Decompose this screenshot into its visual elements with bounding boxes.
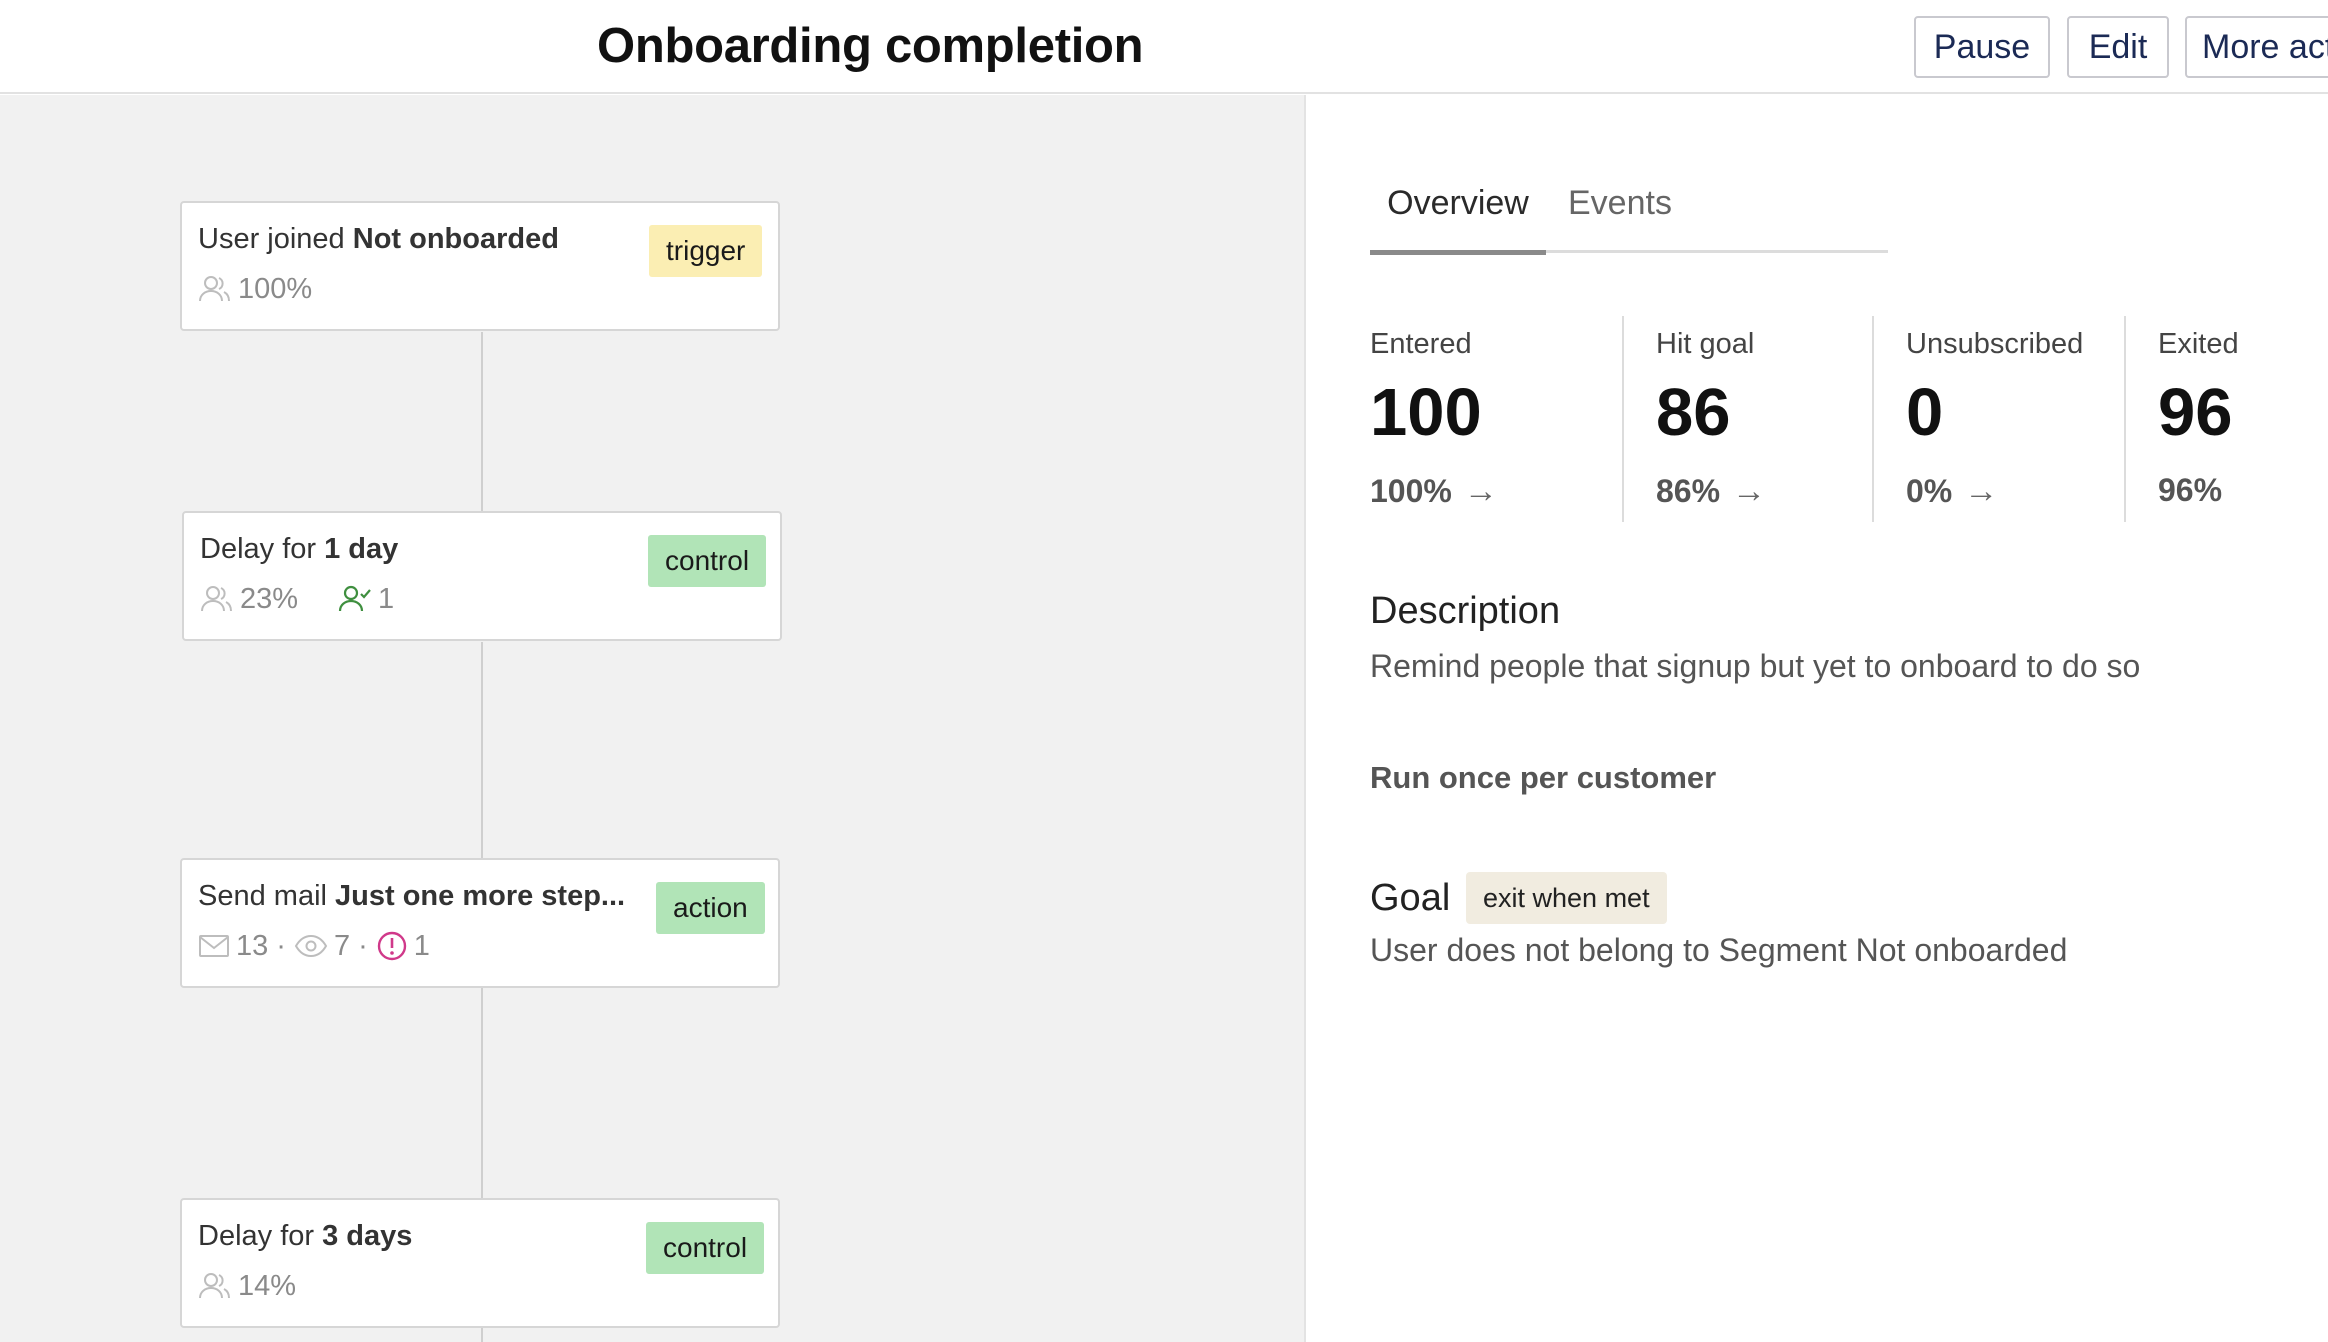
- metric-unsubscribed: Unsubscribed 0 0% →: [1906, 316, 2121, 522]
- metric-label: Entered: [1370, 328, 1472, 360]
- metric-divider: [2124, 316, 2126, 522]
- metric-percent-link[interactable]: 0% →: [1906, 472, 1998, 511]
- metric-value: 86: [1656, 375, 1731, 450]
- metric-percent: 96%: [2158, 472, 2222, 509]
- people-icon: [198, 1271, 232, 1301]
- node-type-badge: control: [648, 535, 767, 587]
- node-title-email-name: Just one more step...: [335, 880, 626, 912]
- eye-icon: [294, 932, 328, 960]
- connector-line: [481, 1328, 483, 1342]
- stat-separator: ·: [276, 929, 286, 962]
- metric-divider: [1872, 316, 1874, 522]
- node-title-prefix: Send mail: [198, 880, 327, 912]
- node-title-segment: Not onboarded: [352, 223, 559, 255]
- node-title-duration: 3 days: [322, 1220, 413, 1252]
- metric-percent: 86%: [1656, 473, 1721, 509]
- failed-count: 1: [413, 929, 430, 962]
- node-title: Send mail Just one more step...: [198, 880, 625, 913]
- node-type-badge: action: [656, 882, 765, 934]
- people-percent: 23%: [240, 582, 299, 615]
- panel-tabs: Overview Events: [1370, 180, 1888, 255]
- arrow-right-icon: →: [1964, 472, 1999, 510]
- node-title: User joined Not onboarded: [198, 223, 559, 256]
- metric-label: Hit goal: [1656, 328, 1755, 360]
- node-title-duration: 1 day: [324, 533, 399, 565]
- workflow-node-send-mail[interactable]: Send mail Just one more step... 13 · 7 ·: [180, 858, 780, 988]
- workflow-node-delay[interactable]: Delay for 3 days 14% control: [180, 1198, 780, 1328]
- node-title-prefix: User joined: [198, 223, 345, 255]
- metric-value: 0: [1906, 375, 1944, 450]
- node-stats: 100%: [198, 271, 312, 307]
- sent-count: 13: [236, 929, 269, 962]
- opened-count: 7: [333, 929, 351, 962]
- pause-button[interactable]: Pause: [1914, 16, 2050, 78]
- header: Onboarding completion Pause Edit More ac…: [0, 0, 2328, 94]
- connector-line: [481, 332, 483, 512]
- people-percent: 100%: [238, 272, 313, 305]
- description-heading: Description: [1370, 590, 1561, 632]
- arrow-right-icon: →: [1732, 472, 1767, 510]
- metric-value: 100: [1370, 375, 1482, 450]
- metric-label: Unsubscribed: [1906, 328, 2084, 360]
- node-stats: 13 · 7 · 1: [198, 928, 430, 964]
- user-check-icon: [338, 584, 372, 614]
- arrow-right-icon: →: [1463, 472, 1498, 510]
- metric-percent: 0%: [1906, 473, 1953, 509]
- alert-circle-icon: [376, 930, 408, 962]
- metric-divider: [1622, 316, 1624, 522]
- goal-exit-badge: exit when met: [1466, 872, 1667, 924]
- node-stats: 14%: [198, 1268, 296, 1304]
- node-title: Delay for 3 days: [198, 1220, 412, 1253]
- panel-divider: [1304, 95, 1306, 1342]
- mail-icon: [198, 932, 230, 960]
- workflow-canvas[interactable]: User joined Not onboarded 100% trigger D…: [0, 95, 1304, 1342]
- metric-exited: Exited 96 96%: [2158, 316, 2326, 522]
- people-icon: [198, 274, 232, 304]
- goal-heading: Goal: [1370, 877, 1451, 919]
- node-type-badge: trigger: [649, 225, 763, 277]
- tab-overview[interactable]: Overview: [1370, 180, 1546, 255]
- description-text: Remind people that signup but yet to onb…: [1370, 648, 2141, 684]
- node-title-prefix: Delay for: [198, 1220, 315, 1252]
- node-title: Delay for 1 day: [200, 533, 398, 566]
- metric-percent-link[interactable]: 100% →: [1370, 472, 1498, 511]
- goal-text: User does not belong to Segment Not onbo…: [1370, 932, 2068, 968]
- metric-percent-value: 96%: [2158, 472, 2223, 508]
- more-actions-button[interactable]: More actions: [2185, 16, 2328, 78]
- run-mode-label: Run once per customer: [1370, 760, 1717, 795]
- metric-hit-goal: Hit goal 86 86% →: [1656, 316, 1866, 522]
- metric-label: Exited: [2158, 328, 2239, 360]
- workflow-node-delay[interactable]: Delay for 1 day 23% 1 control: [182, 511, 782, 641]
- converted-count: 1: [378, 582, 395, 615]
- stat-separator: ·: [358, 929, 368, 962]
- metric-percent: 100%: [1370, 473, 1452, 509]
- people-percent: 14%: [238, 1269, 297, 1302]
- metric-entered: Entered 100 100% →: [1370, 316, 1620, 522]
- metric-percent-link[interactable]: 86% →: [1656, 472, 1766, 511]
- node-stats: 23% 1: [200, 581, 394, 617]
- metric-value: 96: [2158, 375, 2233, 450]
- people-icon: [200, 584, 234, 614]
- tab-events[interactable]: Events: [1568, 180, 1672, 253]
- node-type-badge: control: [646, 1222, 765, 1274]
- workflow-node-trigger[interactable]: User joined Not onboarded 100% trigger: [180, 201, 780, 331]
- edit-button[interactable]: Edit: [2067, 16, 2169, 78]
- page-title: Onboarding completion: [597, 19, 1144, 73]
- node-title-prefix: Delay for: [200, 533, 317, 565]
